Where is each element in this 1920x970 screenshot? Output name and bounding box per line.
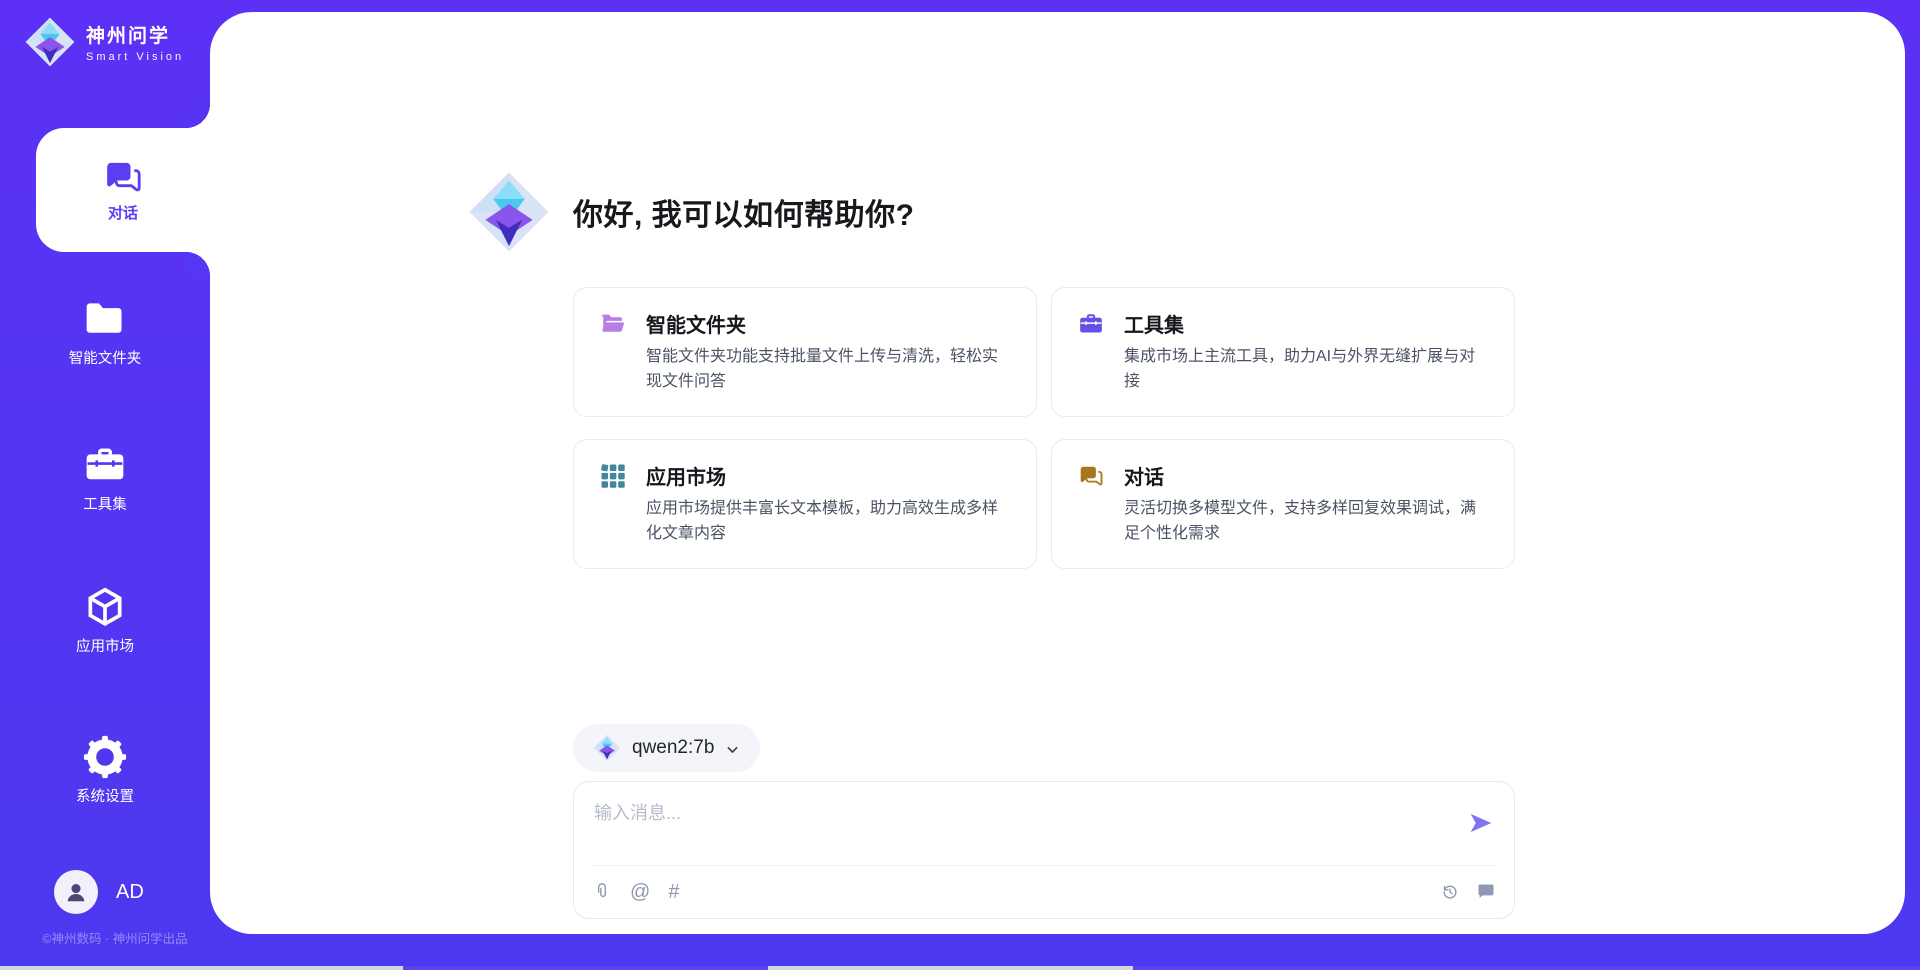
card-chat[interactable]: 对话 灵活切换多模型文件，支持多样回复效果调试，满足个性化需求	[1051, 439, 1515, 569]
sidebar-item-smart-folder[interactable]: 智能文件夹	[0, 297, 210, 368]
briefcase-icon	[83, 443, 127, 487]
sidebar-item-label: 智能文件夹	[0, 347, 210, 368]
gem-diamond-icon	[467, 170, 551, 254]
card-title: 应用市场	[646, 461, 726, 490]
tab-fillet-bottom	[186, 252, 210, 276]
chevron-down-icon	[725, 742, 740, 757]
card-description: 集成市场上主流工具，助力AI与外界无缝扩展与对接	[1124, 345, 1488, 395]
briefcase-icon	[1078, 311, 1104, 337]
brand-text: 神州问学 Smart Vision	[86, 21, 184, 63]
sidebar-item-toolset[interactable]: 工具集	[0, 443, 210, 514]
card-description: 灵活切换多模型文件，支持多样回复效果调试，满足个性化需求	[1124, 497, 1488, 547]
card-title: 对话	[1124, 461, 1164, 490]
person-icon	[63, 879, 89, 905]
composer-toolbar-right	[1440, 882, 1496, 902]
app-subtitle: Smart Vision	[86, 51, 184, 63]
user-profile[interactable]: AD	[54, 870, 144, 914]
card-app-market[interactable]: 应用市场 应用市场提供丰富长文本模板，助力高效生成多样化文章内容	[573, 439, 1037, 569]
card-head: 智能文件夹	[600, 309, 1010, 338]
card-head: 对话	[1078, 461, 1488, 490]
gem-diamond-icon	[593, 734, 621, 762]
card-description: 智能文件夹功能支持批量文件上传与清洗，轻松实现文件问答	[646, 345, 1010, 395]
send-icon[interactable]	[1468, 810, 1494, 836]
cube-icon	[83, 585, 127, 629]
card-head: 应用市场	[600, 461, 1010, 490]
gear-icon	[83, 735, 127, 779]
sidebar: 神州问学 Smart Vision 对话 智能文件夹 工具集	[0, 0, 210, 970]
greeting: 你好, 我可以如何帮助你?	[467, 170, 915, 254]
sidebar-item-label: 应用市场	[0, 635, 210, 656]
chat-bubble-icon[interactable]	[1476, 882, 1496, 902]
gem-diamond-icon	[24, 16, 76, 68]
hash-icon[interactable]: #	[668, 882, 679, 902]
sidebar-item-settings[interactable]: 系统设置	[0, 735, 210, 806]
model-name: qwen2:7b	[632, 737, 714, 759]
message-input[interactable]	[574, 782, 1474, 865]
folder-open-icon	[600, 311, 626, 337]
app-logo: 神州问学 Smart Vision	[24, 16, 184, 68]
sidebar-item-label: 系统设置	[0, 785, 210, 806]
sidebar-item-app-market[interactable]: 应用市场	[0, 585, 210, 656]
at-sign-icon[interactable]: @	[630, 882, 650, 902]
sidebar-item-label: 对话	[108, 202, 138, 223]
card-title: 工具集	[1124, 309, 1184, 338]
copyright-text: ©神州数码 · 神州问学出品	[0, 928, 230, 947]
history-icon[interactable]	[1440, 882, 1460, 902]
folder-icon	[83, 297, 127, 341]
chat-icon	[103, 157, 143, 197]
avatar	[54, 870, 98, 914]
tab-fillet-top	[186, 104, 210, 128]
card-head: 工具集	[1078, 309, 1488, 338]
card-title: 智能文件夹	[646, 309, 746, 338]
sidebar-item-label: 工具集	[0, 493, 210, 514]
chat-welcome-content: 你好, 我可以如何帮助你? 智能文件夹 智能文件夹功能支持批量文件上传与清洗，轻…	[573, 160, 1515, 934]
card-description: 应用市场提供丰富长文本模板，助力高效生成多样化文章内容	[646, 497, 1010, 547]
greeting-text: 你好, 我可以如何帮助你?	[573, 190, 915, 234]
app-name: 神州问学	[86, 21, 184, 48]
main-panel: 你好, 我可以如何帮助你? 智能文件夹 智能文件夹功能支持批量文件上传与清洗，轻…	[210, 12, 1905, 934]
app-window: 神州问学 Smart Vision 对话 智能文件夹 工具集	[0, 0, 1920, 970]
user-name: AD	[116, 881, 144, 904]
message-composer: @ #	[573, 781, 1515, 919]
model-selector[interactable]: qwen2:7b	[573, 724, 760, 772]
horizontal-scrollbar[interactable]	[0, 966, 1920, 970]
card-toolset[interactable]: 工具集 集成市场上主流工具，助力AI与外界无缝扩展与对接	[1051, 287, 1515, 417]
sidebar-item-chat[interactable]: 对话	[36, 128, 210, 252]
composer-toolbar: @ #	[592, 865, 1496, 918]
chat-icon	[1078, 463, 1104, 489]
grid-icon	[600, 463, 626, 489]
paperclip-icon[interactable]	[592, 882, 612, 902]
feature-cards: 智能文件夹 智能文件夹功能支持批量文件上传与清洗，轻松实现文件问答 工具集 集成…	[573, 287, 1515, 569]
card-smart-folder[interactable]: 智能文件夹 智能文件夹功能支持批量文件上传与清洗，轻松实现文件问答	[573, 287, 1037, 417]
